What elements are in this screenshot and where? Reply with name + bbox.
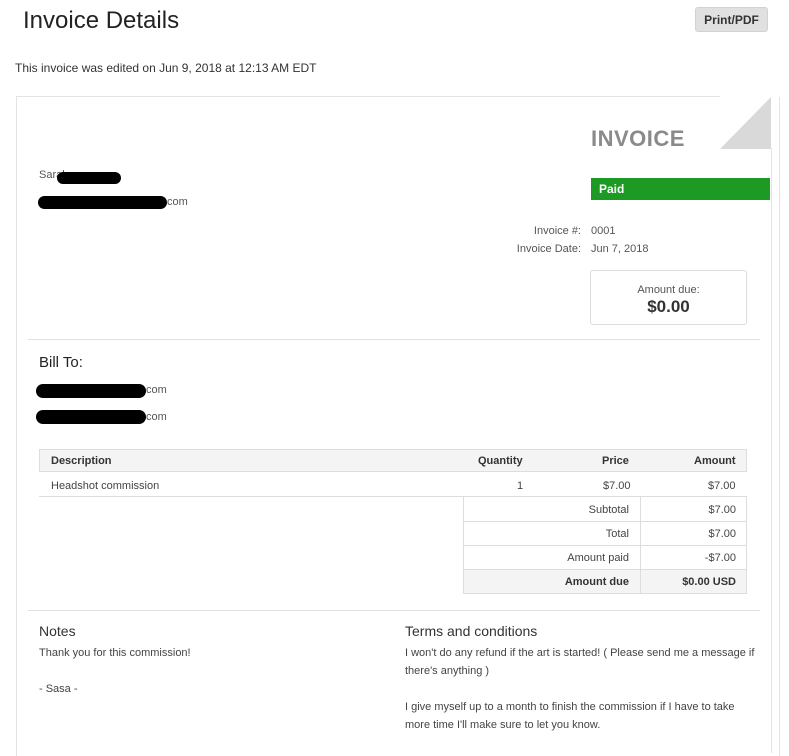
item-quantity: 1 xyxy=(517,480,524,492)
item-description: Headshot commission xyxy=(51,480,160,492)
column-header-amount: Amount xyxy=(694,455,736,467)
amount-paid-label: Amount paid xyxy=(567,552,629,564)
amount-due-value: $0.00 xyxy=(647,297,690,316)
items-table-header xyxy=(39,449,747,472)
total-label: Total xyxy=(605,528,629,540)
invoice-number: 0001 xyxy=(591,225,616,237)
invoice-date: Jun 7, 2018 xyxy=(591,243,649,255)
amount-due-label: Amount due: xyxy=(637,284,700,296)
redaction-mark xyxy=(38,196,167,209)
bill-to-heading: Bill To: xyxy=(39,354,83,371)
bill-to-line-1-tail: com xyxy=(146,384,167,396)
print-pdf-button[interactable]: Print/PDF xyxy=(695,7,768,32)
notes-heading: Notes xyxy=(39,623,76,639)
invoice-date-label: Invoice Date: xyxy=(516,243,581,255)
column-header-quantity: Quantity xyxy=(478,455,523,467)
notes-line-1: Thank you for this commission! xyxy=(39,647,191,659)
row-divider xyxy=(463,569,747,570)
edited-note: This invoice was edited on Jun 9, 2018 a… xyxy=(15,61,317,75)
terms-heading: Terms and conditions xyxy=(405,623,538,639)
divider xyxy=(28,339,760,340)
status-badge: Paid xyxy=(591,178,770,200)
row-divider xyxy=(463,545,747,546)
item-price: $7.00 xyxy=(603,480,631,492)
divider xyxy=(28,610,760,611)
column-header-price: Price xyxy=(602,455,629,467)
total-amount-due-value: $0.00 USD xyxy=(682,576,736,588)
terms-paragraph-2: I give myself up to a month to finish th… xyxy=(405,701,735,731)
item-amount: $7.00 xyxy=(708,480,736,492)
sender-email-tail: com xyxy=(167,196,188,208)
row-divider xyxy=(463,521,747,522)
amount-paid-value: -$7.00 xyxy=(704,552,736,564)
page-title: Invoice Details xyxy=(23,7,180,34)
total-amount-due-label: Amount due xyxy=(564,576,629,588)
notes-line-2: - Sasa - xyxy=(39,683,78,695)
subtotal-value: $7.00 xyxy=(708,504,736,516)
redaction-mark xyxy=(36,410,146,424)
page-fold-corner xyxy=(720,97,771,149)
redaction-mark xyxy=(57,172,121,184)
amount-due-box: Amount due: $0.00 xyxy=(590,270,747,325)
subtotal-label: Subtotal xyxy=(588,504,629,516)
invoice-number-label: Invoice #: xyxy=(533,225,581,237)
page-fold-edge xyxy=(771,148,772,753)
column-header-description: Description xyxy=(51,455,112,467)
invoice-heading: INVOICE xyxy=(591,126,685,151)
total-value: $7.00 xyxy=(708,528,736,540)
terms-paragraph-1: I won't do any refund if the art is star… xyxy=(405,647,755,677)
bill-to-line-2-tail: com xyxy=(146,411,167,423)
redaction-mark xyxy=(36,384,146,398)
